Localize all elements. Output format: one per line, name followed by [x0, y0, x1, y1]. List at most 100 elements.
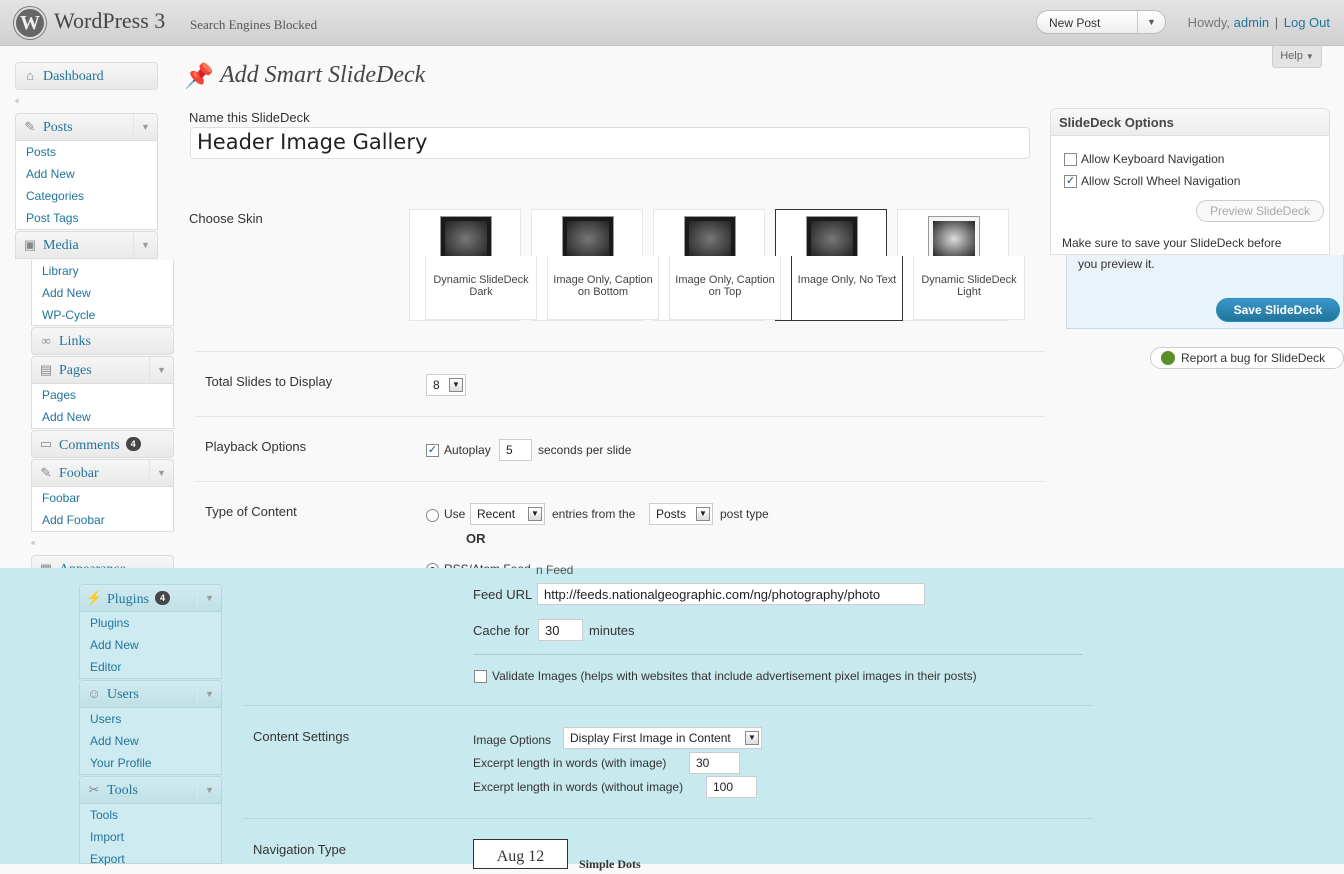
excerpt-with-image-input[interactable]: 30 [689, 752, 740, 774]
use-posts-radio[interactable] [426, 509, 439, 522]
favorite-actions-dropdown[interactable]: New Post ▼ [1036, 10, 1166, 34]
save-slidedeck-button[interactable]: Save SlideDeck [1216, 298, 1340, 322]
menu-media[interactable]: ▣ Media ▼ [15, 231, 158, 259]
skin-name[interactable]: Image Only, Caption on Bottom [552, 274, 654, 298]
validate-images-checkbox[interactable] [474, 670, 487, 683]
skin-option[interactable]: Image Only, Caption on Top [669, 256, 781, 320]
total-slides-value[interactable]: 8 [433, 378, 440, 392]
feed-url-input[interactable]: http://feeds.nationalgeographic.com/ng/p… [537, 583, 925, 605]
menu-pages[interactable]: ▤ Pages ▼ [31, 356, 174, 384]
submenu-export[interactable]: Export [80, 848, 221, 870]
autoplay-seconds-input[interactable]: 5 [499, 439, 532, 461]
excerpt-without-image-input[interactable]: 100 [706, 776, 757, 798]
chevron-down-icon[interactable]: ▼ [133, 232, 157, 258]
submenu-foobar[interactable]: Foobar [32, 487, 173, 509]
menu-collapse-icon[interactable]: « [15, 97, 25, 105]
recent-select[interactable]: Recent ▼ [470, 503, 545, 525]
chevron-down-icon[interactable]: ▼ [696, 507, 710, 521]
submenu-add-new-media[interactable]: Add New [32, 282, 173, 304]
navigation-dates-option[interactable]: Aug 12 [473, 839, 568, 869]
slidedeck-name-input[interactable]: Header Image Gallery [190, 127, 1030, 159]
submenu-categories[interactable]: Categories [16, 185, 157, 207]
search-engines-blocked-notice[interactable]: Search Engines Blocked [190, 17, 317, 33]
skin-option[interactable]: Image Only, Caption on Bottom [547, 256, 659, 320]
skin-name[interactable]: Image Only, No Text [796, 274, 898, 286]
menu-plugins[interactable]: ⚡ Plugins 4 ▼ [79, 584, 222, 612]
skin-name[interactable]: Image Only, Caption on Top [674, 274, 776, 298]
image-options-select[interactable]: Display First Image in Content ▼ [563, 727, 762, 749]
chevron-down-icon[interactable]: ▼ [197, 777, 221, 803]
menu-posts[interactable]: ✎ Posts ▼ [15, 113, 158, 141]
report-bug-label[interactable]: Report a bug for SlideDeck [1181, 351, 1325, 365]
menu-label[interactable]: Dashboard [43, 69, 104, 85]
menu-label[interactable]: Comments 4 [59, 437, 141, 454]
submenu-wp-cycle[interactable]: WP-Cycle [32, 304, 173, 326]
submenu-library[interactable]: Library [32, 260, 173, 282]
menu-dashboard[interactable]: ⌂ Dashboard [15, 62, 158, 90]
chevron-down-icon[interactable]: ▼ [745, 731, 759, 745]
skin-option[interactable]: Dynamic SlideDeck Dark [425, 256, 537, 320]
menu-label[interactable]: Foobar [59, 466, 99, 482]
menu-links[interactable]: ∞ Links [31, 327, 174, 355]
chevron-down-icon[interactable]: ▼ [197, 681, 221, 707]
menu-foobar[interactable]: ✎ Foobar ▼ [31, 459, 174, 487]
submenu-add-new-plugin[interactable]: Add New [80, 634, 221, 656]
menu-collapse-icon[interactable]: « [31, 539, 41, 547]
submenu-add-new-post[interactable]: Add New [16, 163, 157, 185]
submenu-tools[interactable]: Tools [80, 804, 221, 826]
submenu-editor[interactable]: Editor [80, 656, 221, 678]
submenu-add-new-user[interactable]: Add New [80, 730, 221, 752]
scroll-wheel-navigation-checkbox[interactable]: ✓ [1064, 175, 1077, 188]
submenu-import[interactable]: Import [80, 826, 221, 848]
chevron-down-icon[interactable]: ▼ [149, 357, 173, 383]
submenu-posts[interactable]: Posts [16, 141, 157, 163]
menu-label[interactable]: Tools [107, 783, 138, 799]
image-options-value[interactable]: Display First Image in Content [570, 731, 731, 745]
chevron-down-icon[interactable]: ▼ [197, 585, 221, 611]
plugins-label[interactable]: Plugins [107, 592, 149, 607]
chevron-down-icon[interactable]: ▼ [133, 114, 157, 140]
submenu-pages[interactable]: Pages [32, 384, 173, 406]
skin-name[interactable]: Dynamic SlideDeck Dark [430, 274, 532, 298]
chevron-down-icon[interactable]: ▼ [449, 378, 463, 392]
report-bug-button[interactable]: Report a bug for SlideDeck [1150, 347, 1344, 369]
skin-option-selected[interactable]: Image Only, No Text [791, 256, 903, 321]
keyboard-navigation-checkbox[interactable] [1064, 153, 1077, 166]
submenu-post-tags[interactable]: Post Tags [16, 207, 157, 229]
chevron-down-icon[interactable]: ▼ [1137, 11, 1165, 33]
post-type-select[interactable]: Posts ▼ [649, 503, 713, 525]
preview-slidedeck-button[interactable]: Preview SlideDeck [1196, 200, 1324, 222]
chevron-down-icon[interactable]: ▼ [528, 507, 542, 521]
submenu-users[interactable]: Users [80, 708, 221, 730]
chevron-down-icon[interactable]: ▼ [149, 460, 173, 486]
site-title[interactable]: WordPress 3 [54, 8, 165, 34]
menu-label[interactable]: Links [59, 334, 91, 350]
menu-label[interactable]: Plugins 4 [107, 591, 171, 608]
submenu-add-foobar[interactable]: Add Foobar [32, 509, 173, 531]
skin-name[interactable]: Dynamic SlideDeck Light [918, 274, 1020, 298]
content-settings-label: Content Settings [253, 729, 350, 744]
cache-minutes-input[interactable]: 30 [538, 619, 583, 641]
menu-label[interactable]: Pages [59, 363, 92, 379]
post-type-value[interactable]: Posts [656, 507, 686, 521]
menu-users[interactable]: ☺ Users ▼ [79, 680, 222, 708]
menu-label[interactable]: Users [107, 687, 139, 703]
comments-label[interactable]: Comments [59, 438, 120, 453]
wordpress-logo-icon[interactable]: W [14, 7, 46, 39]
total-slides-select[interactable]: 8 ▼ [426, 374, 466, 396]
menu-comments[interactable]: ▭ Comments 4 [31, 430, 174, 458]
submenu-add-new-page[interactable]: Add New [32, 406, 173, 428]
favorite-action-label[interactable]: New Post [1049, 16, 1100, 30]
recent-value[interactable]: Recent [477, 507, 515, 521]
menu-label[interactable]: Media [43, 238, 79, 254]
user-link[interactable]: admin [1234, 15, 1269, 30]
logout-link[interactable]: Log Out [1284, 15, 1330, 30]
skin-option[interactable]: Dynamic SlideDeck Light [913, 256, 1025, 320]
help-tab[interactable]: Help ▼ [1272, 46, 1322, 68]
menu-label[interactable]: Posts [43, 120, 73, 136]
help-label[interactable]: Help [1280, 50, 1303, 62]
menu-tools[interactable]: ✂ Tools ▼ [79, 776, 222, 804]
submenu-your-profile[interactable]: Your Profile [80, 752, 221, 774]
autoplay-checkbox[interactable]: ✓ [426, 444, 439, 457]
submenu-plugins[interactable]: Plugins [80, 612, 221, 634]
